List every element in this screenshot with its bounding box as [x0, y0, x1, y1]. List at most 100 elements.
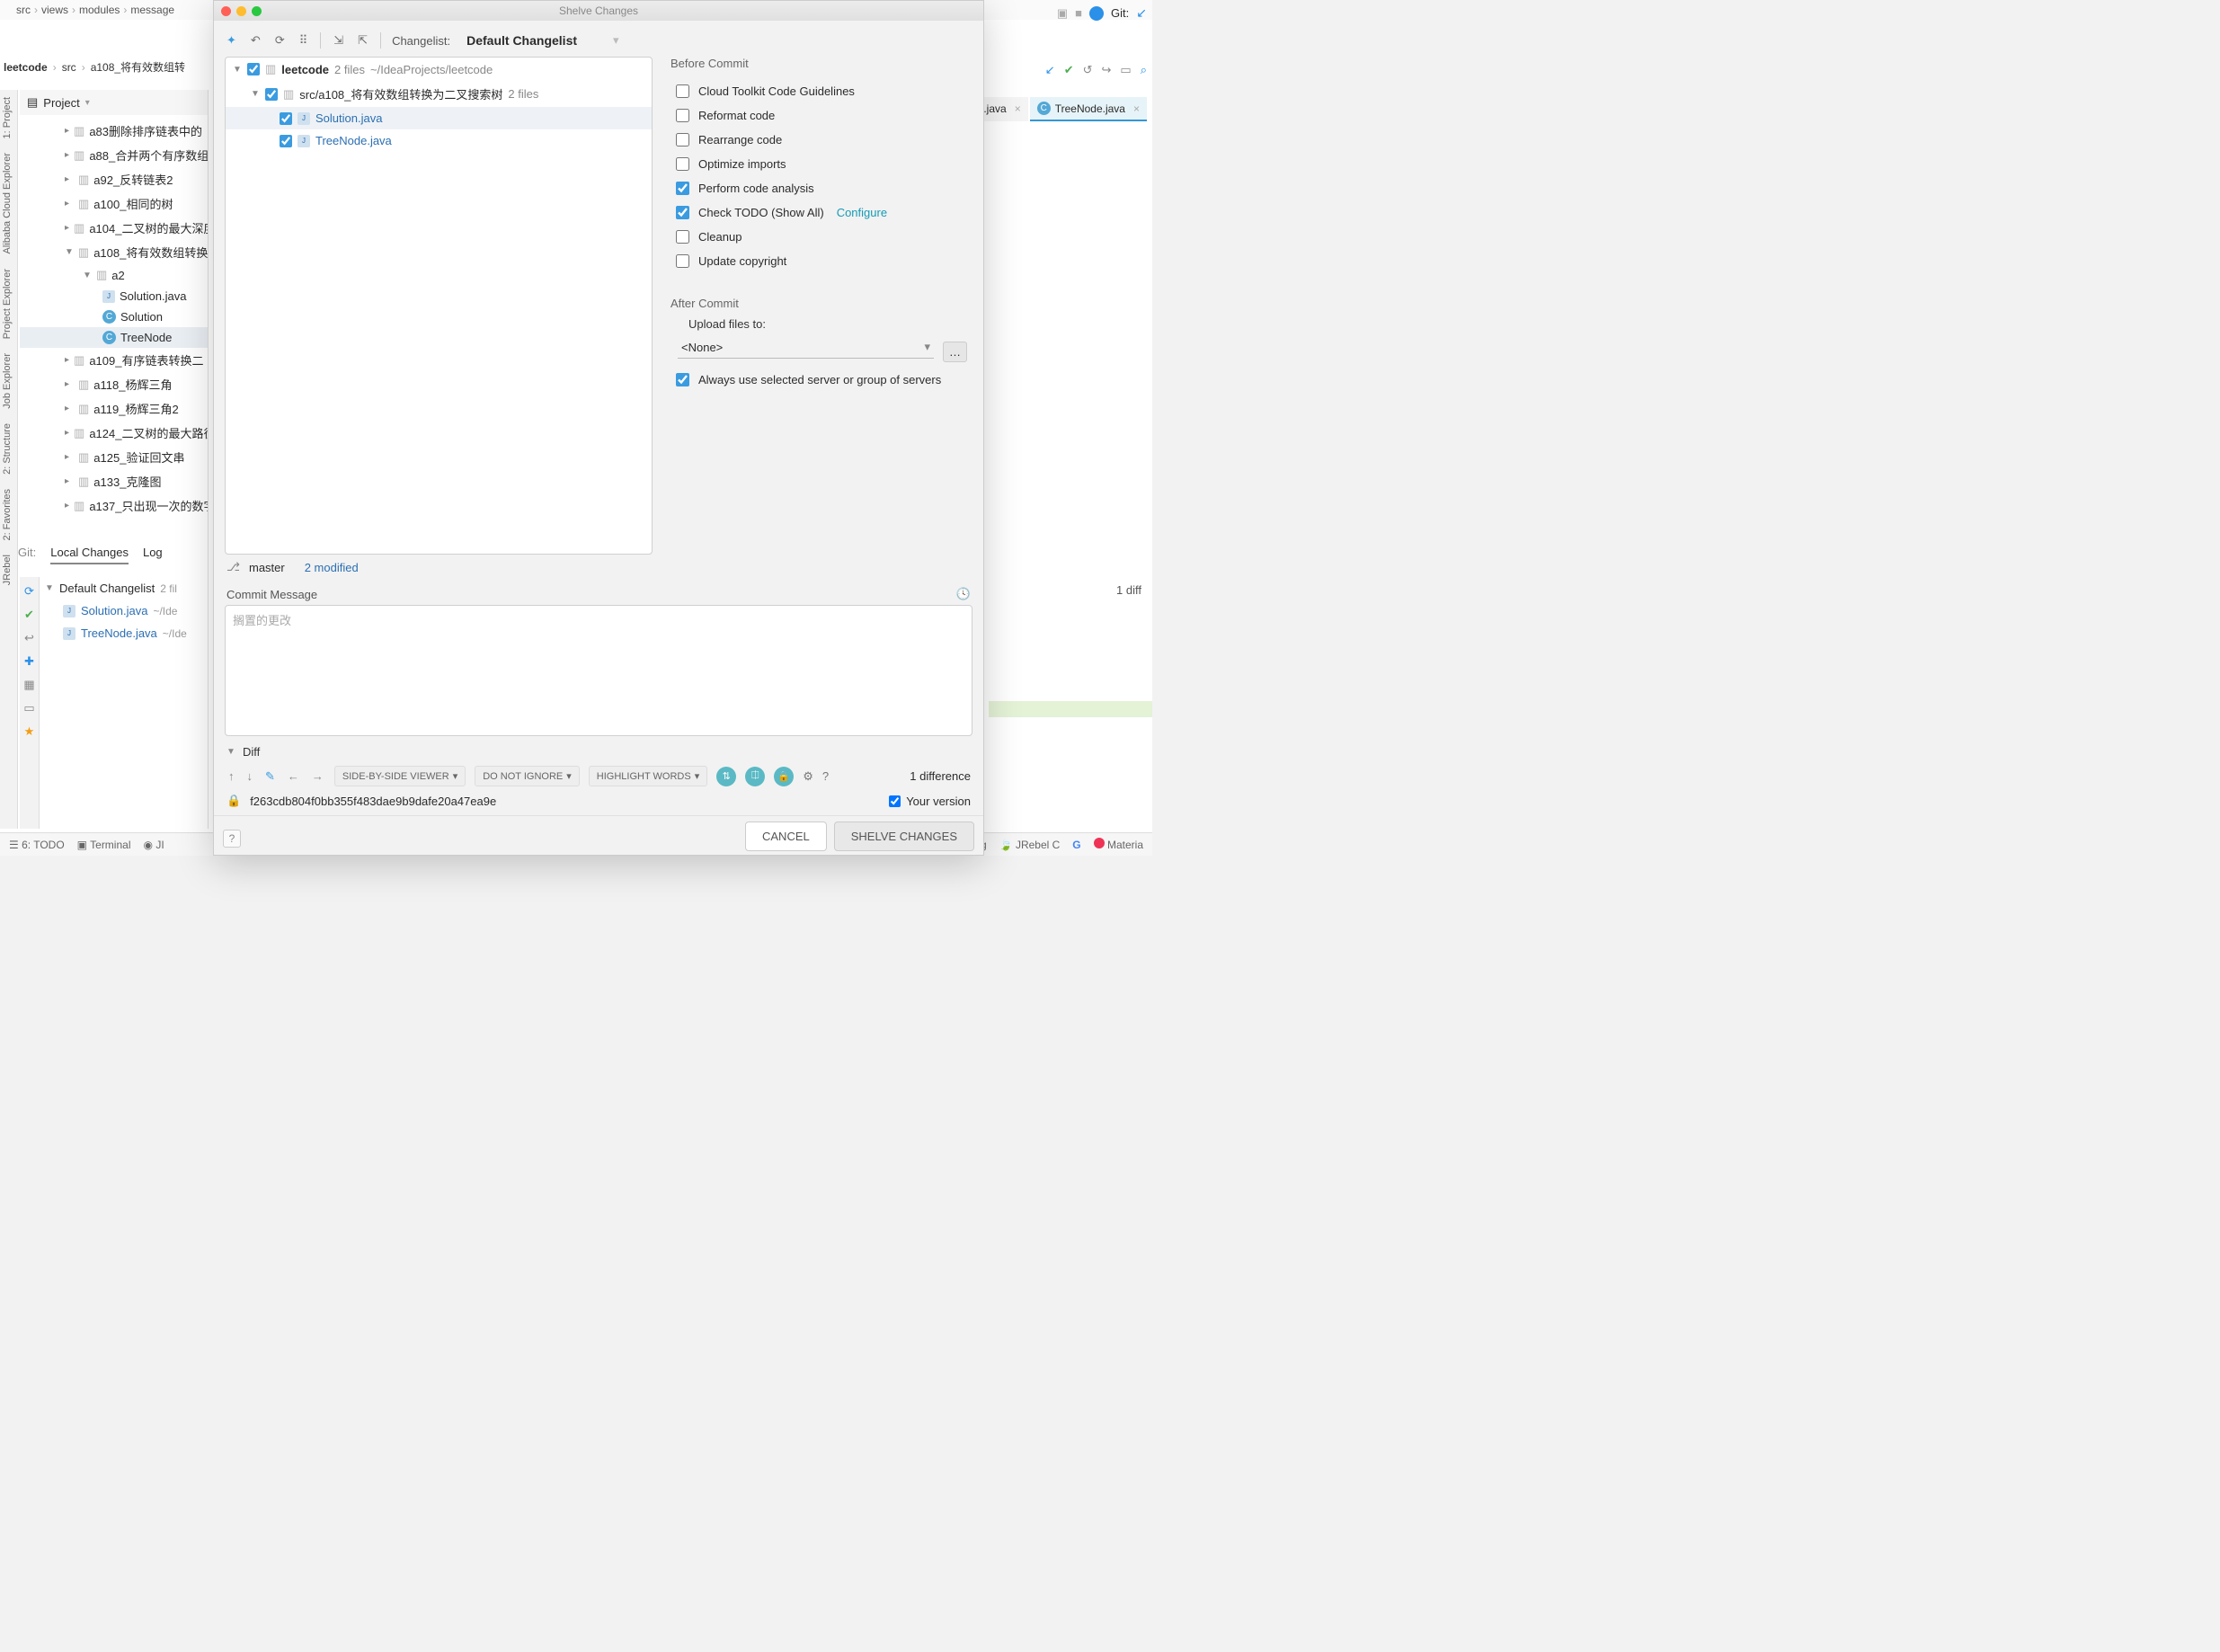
checkbox[interactable]	[676, 133, 689, 147]
editor-tab-treenode[interactable]: C TreeNode.java ×	[1030, 97, 1147, 121]
jrebel-status[interactable]: ◉ JI	[144, 839, 164, 851]
ignore-select[interactable]: DO NOT IGNORE▾	[475, 766, 580, 786]
checkbox[interactable]	[676, 109, 689, 122]
tree-item[interactable]: ▼▥a108_将有效数组转换	[20, 240, 208, 264]
close-icon[interactable]: ×	[1015, 102, 1021, 115]
tree-dir[interactable]: ▼ ▥ src/a108_将有效数组转换为二叉搜索树 2 files	[226, 81, 652, 107]
help-icon[interactable]: ?	[822, 769, 829, 783]
modified-link[interactable]: 2 modified	[305, 561, 359, 574]
changelist-dropdown[interactable]: Default Changelist	[466, 33, 577, 48]
collapse-unchanged-icon[interactable]: ⇅	[716, 767, 736, 786]
todo-toolwindow[interactable]: ☰ 6: TODO	[9, 839, 65, 851]
checkbox[interactable]	[265, 88, 278, 101]
shelf-icon[interactable]: ▭	[23, 701, 34, 715]
upload-select[interactable]: <None> ▾	[678, 336, 934, 359]
your-version-checkbox[interactable]	[889, 795, 901, 807]
highlight-select[interactable]: HIGHLIGHT WORDS▾	[589, 766, 707, 786]
window-controls[interactable]	[221, 6, 262, 16]
globe-icon[interactable]	[1089, 6, 1104, 21]
commit-option[interactable]: Cleanup	[670, 225, 967, 249]
tree-file[interactable]: J TreeNode.java	[226, 129, 652, 152]
commit-option[interactable]: Perform code analysis	[670, 176, 967, 200]
tree-item[interactable]: ▸▥a92_反转链表2	[20, 167, 208, 191]
sync-scroll-icon[interactable]: ⎅	[745, 767, 765, 786]
revert-icon[interactable]: ↩	[24, 631, 34, 645]
commit-option[interactable]: Optimize imports	[670, 152, 967, 176]
changed-file[interactable]: J Solution.java ~/Ide	[40, 600, 207, 622]
checkbox[interactable]	[280, 112, 292, 125]
google-icon[interactable]: G	[1072, 839, 1080, 851]
tree-root[interactable]: ▼ ▥ leetcode 2 files ~/IdeaProjects/leet…	[226, 58, 652, 81]
group-icon[interactable]: ⠿	[297, 31, 310, 49]
terminal-toolwindow[interactable]: ▣ Terminal	[77, 839, 131, 851]
edit-icon[interactable]: ✎	[263, 768, 277, 786]
checkbox[interactable]	[247, 63, 260, 75]
stop-icon[interactable]: ■	[1075, 6, 1082, 20]
vtab-job-explorer[interactable]: Job Explorer	[0, 346, 14, 416]
tree-item[interactable]: ▸▥a109_有序链表转换二	[20, 348, 208, 372]
checkbox[interactable]	[676, 182, 689, 195]
commit-check-icon[interactable]: ✔	[1064, 63, 1074, 77]
history-icon[interactable]: ↺	[1083, 63, 1093, 77]
vtab-aliyun[interactable]: Alibaba Cloud Explorer	[0, 146, 14, 262]
checkbox[interactable]	[676, 254, 689, 268]
tree-item[interactable]: ▸▥a119_杨辉三角2	[20, 396, 208, 421]
tree-item[interactable]: ▼▥a2	[20, 264, 208, 286]
more-button[interactable]: …	[943, 342, 967, 362]
tree-item[interactable]: ▸▥a124_二叉树的最大路径	[20, 421, 208, 445]
tree-item[interactable]: ▸▥a133_克隆图	[20, 469, 208, 493]
shelve-button[interactable]: SHELVE CHANGES	[834, 822, 974, 851]
rollback-icon[interactable]: ✦	[225, 31, 238, 49]
vtab-project[interactable]: 1: Project	[0, 90, 14, 146]
commit-option[interactable]: Check TODO (Show All)Configure	[670, 200, 967, 225]
refresh-icon[interactable]: ⟳	[24, 584, 34, 599]
checkbox[interactable]	[280, 135, 292, 147]
vtab-project-explorer[interactable]: Project Explorer	[0, 262, 14, 346]
commit-icon[interactable]: ✔	[24, 608, 34, 622]
configure-link[interactable]: Configure	[837, 206, 887, 219]
back-icon[interactable]: ←	[286, 768, 301, 785]
shelve-icon[interactable]: ▭	[1120, 63, 1131, 77]
commit-option[interactable]: Rearrange code	[670, 128, 967, 152]
checkbox[interactable]	[676, 84, 689, 98]
cloud-icon[interactable]: ▣	[1057, 6, 1068, 21]
gear-icon[interactable]: ⚙	[803, 769, 813, 784]
diff-section-heading[interactable]: ▼Diff	[225, 736, 972, 760]
git-push-icon[interactable]: ↙	[1045, 63, 1055, 77]
checkbox[interactable]	[676, 206, 689, 219]
chevron-down-icon[interactable]: ▾	[85, 98, 90, 108]
refresh-icon[interactable]: ⟳	[273, 31, 287, 49]
revert-icon[interactable]: ↪	[1102, 63, 1112, 77]
history-icon[interactable]: 🕓	[956, 587, 971, 601]
vtab-structure[interactable]: 2: Structure	[0, 416, 14, 482]
forward-icon[interactable]: →	[310, 768, 325, 785]
chevron-down-icon[interactable]: ▾	[613, 33, 619, 48]
tab-local-changes[interactable]: Local Changes	[50, 546, 129, 564]
checkbox[interactable]	[676, 373, 689, 386]
changed-file[interactable]: J TreeNode.java ~/Ide	[40, 622, 207, 644]
tree-item[interactable]: ▸▥a83删除排序链表中的	[20, 119, 208, 143]
vtab-jrebel[interactable]: JRebel	[0, 547, 14, 592]
default-changelist-row[interactable]: ▼ Default Changelist 2 fil	[40, 577, 207, 600]
checkbox[interactable]	[676, 157, 689, 171]
commit-option[interactable]: Update copyright	[670, 249, 967, 273]
commit-message-input[interactable]: 搁置的更改	[225, 605, 972, 736]
tree-item[interactable]: ▸▥a88_合并两个有序数组	[20, 143, 208, 167]
tree-item[interactable]: ▸▥a125_验证回文串	[20, 445, 208, 469]
tree-item[interactable]: ▸▥a137_只出现一次的数字	[20, 493, 208, 518]
cancel-button[interactable]: CANCEL	[745, 822, 827, 851]
lock-icon[interactable]: 🔒	[774, 767, 794, 786]
checkbox[interactable]	[676, 230, 689, 244]
tree-item[interactable]: ▸▥a118_杨辉三角	[20, 372, 208, 396]
tab-log[interactable]: Log	[143, 546, 163, 564]
commit-option[interactable]: Reformat code	[670, 103, 967, 128]
project-header[interactable]: ▤ Project ▾	[20, 90, 208, 115]
always-use-server[interactable]: Always use selected server or group of s…	[670, 368, 967, 392]
collapse-icon[interactable]: ⇱	[356, 31, 369, 49]
close-icon[interactable]: ×	[1133, 102, 1140, 115]
undo-icon[interactable]: ↶	[249, 31, 262, 49]
tree-file[interactable]: J Solution.java	[226, 107, 652, 129]
tree-item[interactable]: ▸▥a100_相同的树	[20, 191, 208, 216]
dialog-help-button[interactable]: ?	[223, 830, 241, 848]
prev-diff-icon[interactable]: ↑	[226, 768, 236, 785]
